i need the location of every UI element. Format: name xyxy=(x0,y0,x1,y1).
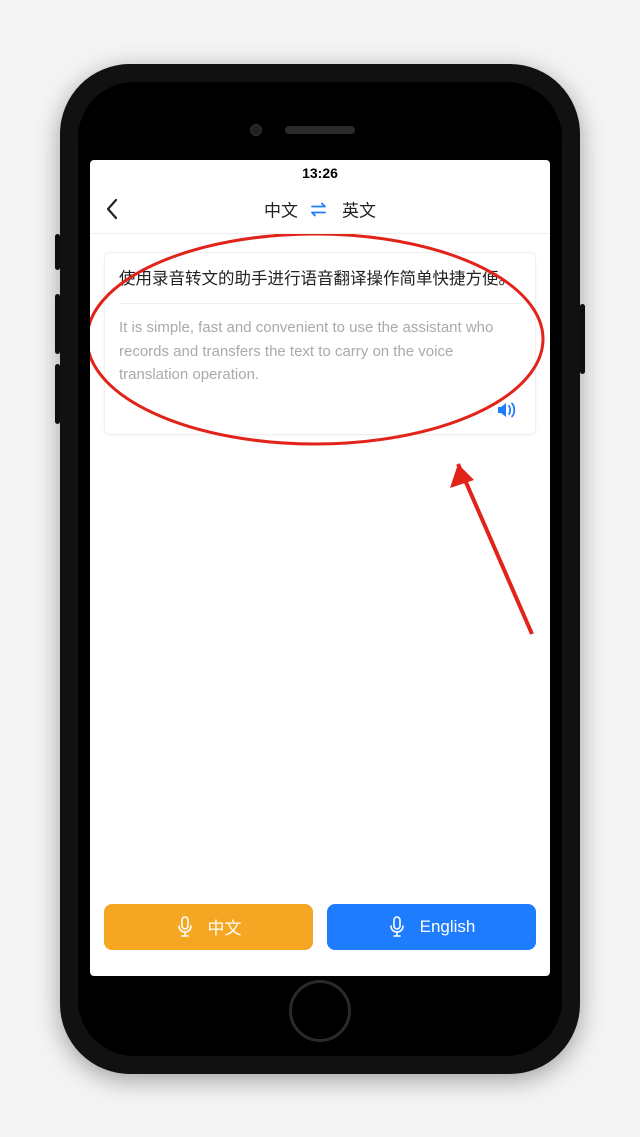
phone-bezel: 13:26 中文 英文 xyxy=(78,82,562,1056)
swap-icon xyxy=(310,202,330,216)
translation-card: 使用录音转文的助手进行语音翻译操作简单快捷方便。 It is simple, f… xyxy=(104,252,536,436)
content-area: 使用录音转文的助手进行语音翻译操作简单快捷方便。 It is simple, f… xyxy=(90,234,550,890)
record-chinese-label: 中文 xyxy=(208,914,242,939)
volume-down-button xyxy=(55,364,60,424)
microphone-icon xyxy=(176,916,194,938)
source-language-label: 中文 xyxy=(264,197,298,222)
volume-up-button xyxy=(55,294,60,354)
nav-bar: 中文 英文 xyxy=(90,186,550,234)
footer-bar: 中文 English xyxy=(90,890,550,976)
chevron-left-icon xyxy=(105,198,119,220)
record-chinese-button[interactable]: 中文 xyxy=(104,904,313,950)
translated-text: It is simple, fast and convenient to use… xyxy=(119,316,521,386)
record-english-button[interactable]: English xyxy=(327,904,536,950)
phone-device-frame: 13:26 中文 英文 xyxy=(60,64,580,1074)
status-time: 13:26 xyxy=(302,165,338,181)
home-button[interactable] xyxy=(289,980,351,1042)
speaker-icon xyxy=(496,400,518,420)
back-button[interactable] xyxy=(90,187,134,231)
front-camera xyxy=(250,124,262,136)
source-text: 使用录音转文的助手进行语音翻译操作简单快捷方便。 xyxy=(119,267,521,292)
play-audio-button[interactable] xyxy=(493,396,521,424)
card-footer xyxy=(119,386,521,424)
status-bar: 13:26 xyxy=(90,160,550,186)
microphone-icon xyxy=(388,916,406,938)
record-english-label: English xyxy=(420,917,476,937)
target-language-label: 英文 xyxy=(342,197,376,222)
earpiece-speaker xyxy=(285,126,355,134)
phone-screen: 13:26 中文 英文 xyxy=(90,160,550,976)
language-switcher[interactable]: 中文 英文 xyxy=(264,197,376,222)
mute-switch xyxy=(55,234,60,270)
power-button xyxy=(580,304,585,374)
card-divider xyxy=(119,303,521,304)
